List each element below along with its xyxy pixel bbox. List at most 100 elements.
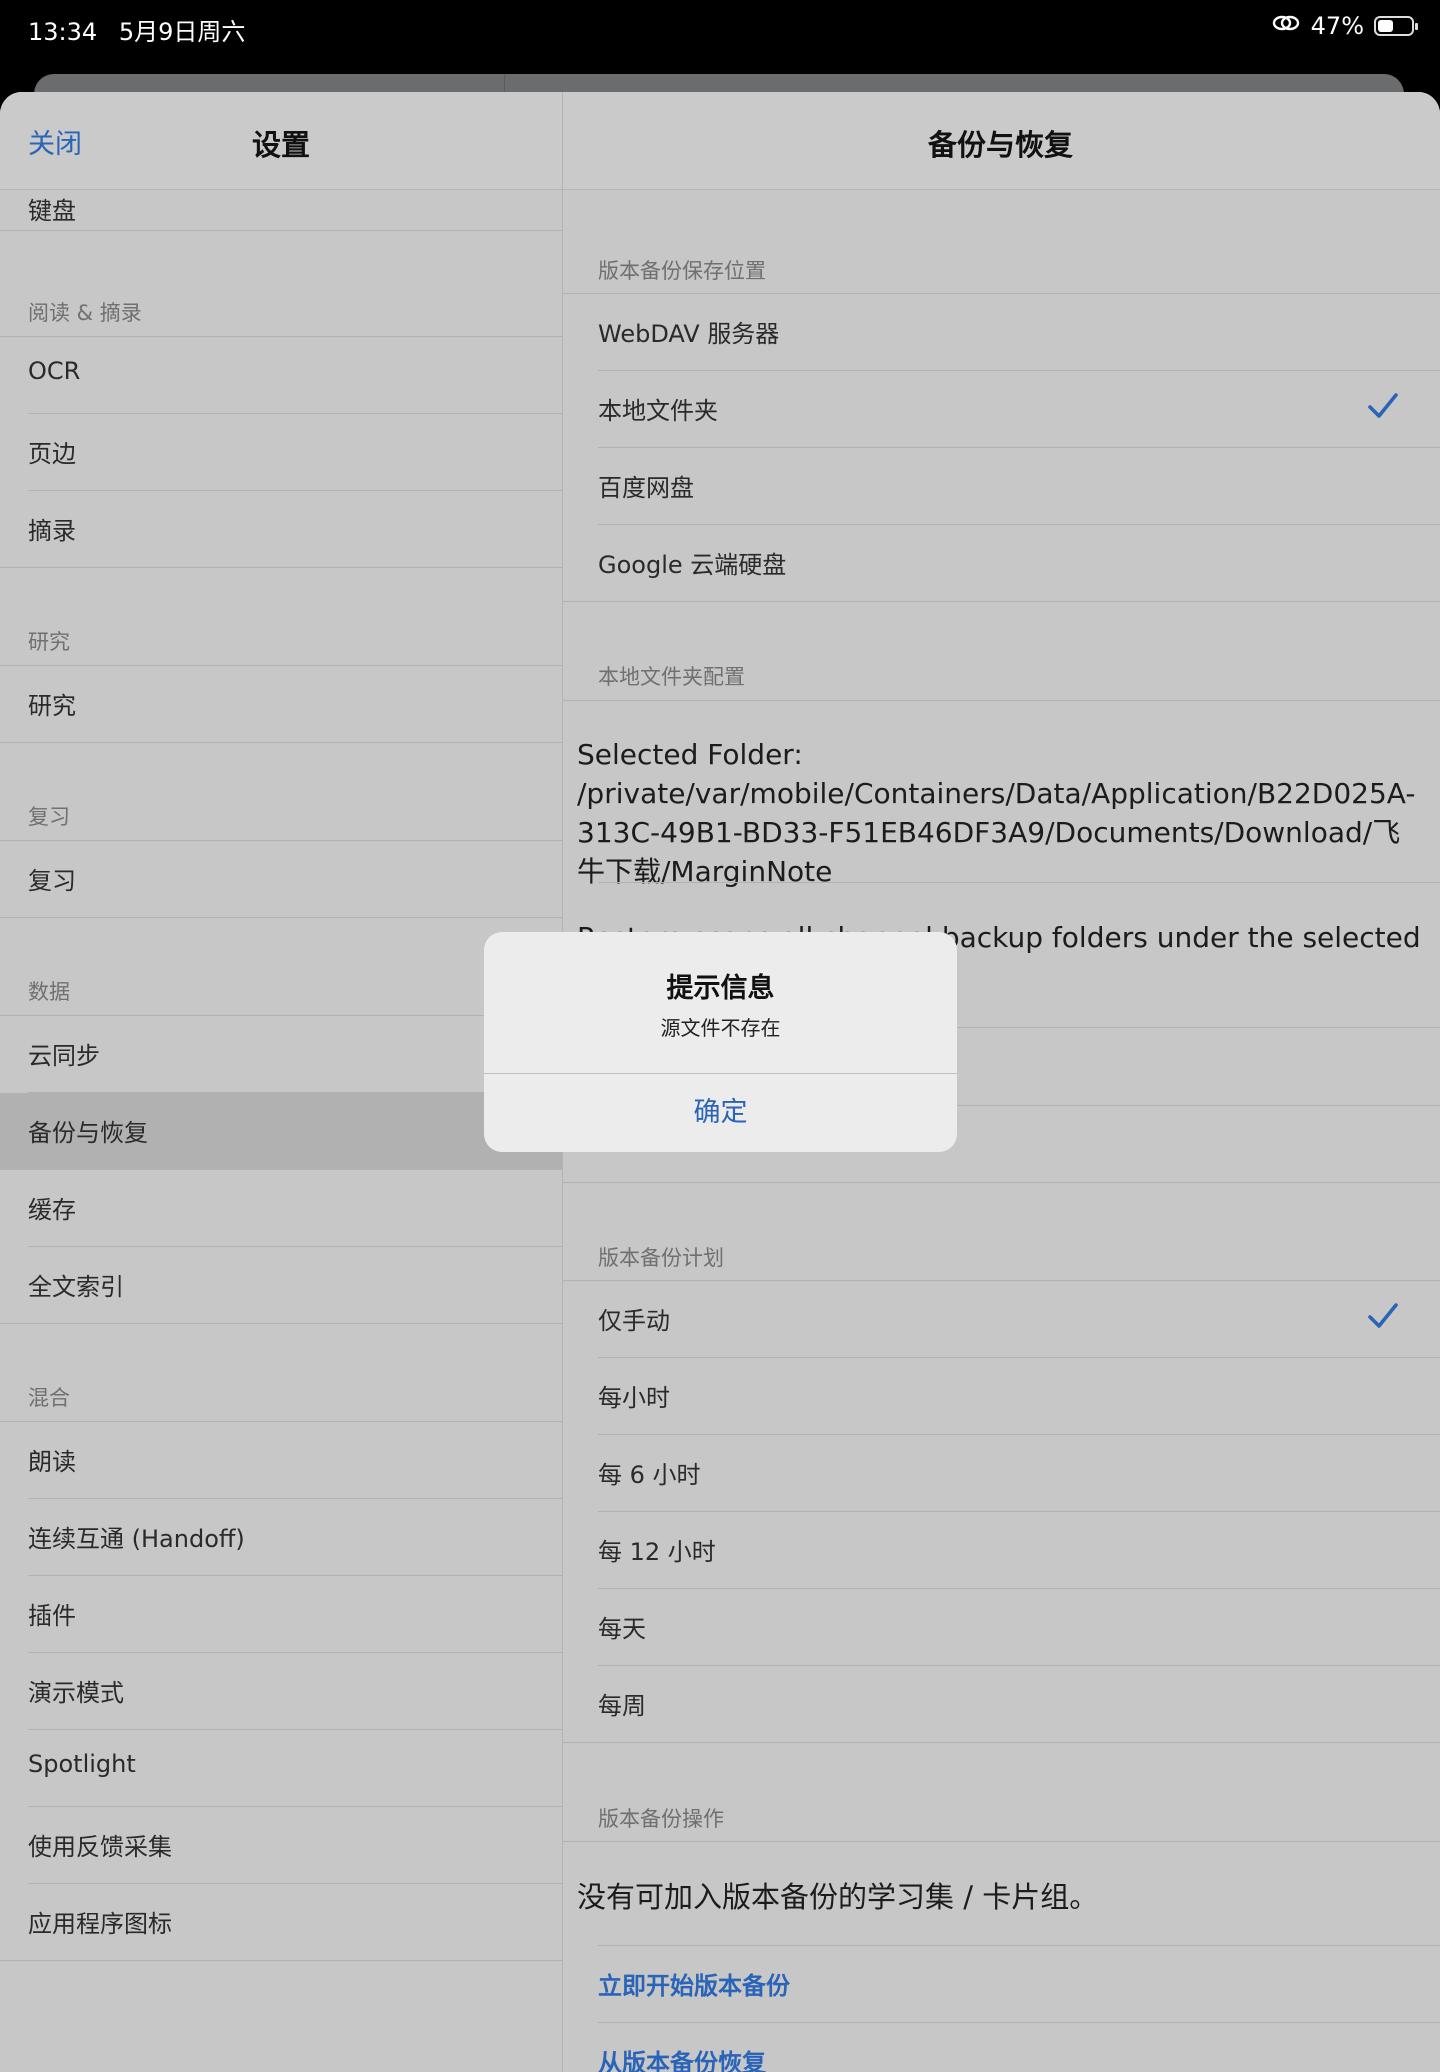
location-option-google-drive[interactable]: Google 云端硬盘: [563, 525, 1440, 602]
row-divider: [598, 882, 1440, 883]
row-divider: [0, 1323, 562, 1324]
sidebar-item-label: 页边: [28, 440, 76, 468]
sidebar-item-cloud-sync[interactable]: 云同步: [0, 1016, 562, 1093]
sidebar-item-label: 插件: [28, 1602, 76, 1630]
restore-from-backup-label: 从版本备份恢复: [598, 2049, 766, 2072]
battery-percent: 47%: [1310, 12, 1364, 40]
ops-empty-text: 没有可加入版本备份的学习集 / 卡片组。: [577, 1880, 1099, 1914]
battery-level: [1378, 20, 1394, 32]
row-divider: [0, 742, 562, 743]
option-label: 本地文件夹: [598, 397, 718, 425]
settings-sidebar: 关闭 设置 键盘 阅读 & 摘录 OCR 页边 摘录 研究 研究 复习 复习 数…: [0, 92, 562, 2072]
alert-dialog: 提示信息 源文件不存在 确定: [484, 932, 957, 1152]
section-divider: [563, 1841, 1440, 1842]
sidebar-item-review[interactable]: 复习: [0, 841, 562, 918]
option-label: 每周: [598, 1692, 646, 1720]
location-option-webdav[interactable]: WebDAV 服务器: [563, 294, 1440, 371]
battery-icon: [1374, 16, 1418, 36]
alert-message: 源文件不存在: [660, 1016, 781, 1040]
plan-option-12h[interactable]: 每 12 小时: [563, 1512, 1440, 1589]
screen: 13:34 5月9日周六 47% 关闭 设置 键盘 阅读 & 摘录 OCR 页边…: [0, 0, 1440, 2072]
option-label: 每天: [598, 1615, 646, 1643]
sidebar-item-label: 缓存: [28, 1196, 76, 1224]
sidebar-item-research[interactable]: 研究: [0, 666, 562, 743]
checkmark-icon: [1368, 393, 1398, 418]
sidebar-item-label: 复习: [28, 867, 76, 895]
status-date: 5月9日周六: [118, 18, 246, 46]
sidebar-item-read-aloud[interactable]: 朗读: [0, 1422, 562, 1499]
start-backup-button[interactable]: 立即开始版本备份: [563, 1946, 1440, 2023]
option-label: 每 6 小时: [598, 1461, 701, 1489]
sidebar-item-label: 连续互通 (Handoff): [28, 1525, 245, 1553]
sidebar-item-feedback[interactable]: 使用反馈采集: [0, 1807, 562, 1884]
ops-section-header: 版本备份操作: [598, 1807, 724, 1831]
sidebar-item-label: 备份与恢复: [28, 1119, 148, 1147]
sidebar-item-fulltext-index[interactable]: 全文索引: [0, 1247, 562, 1324]
row-divider: [0, 230, 562, 231]
option-label: 仅手动: [598, 1307, 670, 1335]
plan-section-header: 版本备份计划: [598, 1246, 724, 1270]
checkmark-icon: [1368, 1303, 1398, 1328]
status-time-date: 13:34 5月9日周六: [28, 12, 245, 47]
sidebar-item-cache[interactable]: 缓存: [0, 1170, 562, 1247]
sidebar-section-header: 阅读 & 摘录: [28, 301, 142, 325]
detail-nav-bar: 备份与恢复: [563, 92, 1440, 190]
selected-folder-path: Selected Folder: /private/var/mobile/Con…: [577, 738, 1416, 888]
sidebar-item-excerpt[interactable]: 摘录: [0, 491, 562, 568]
sidebar-section-header: 复习: [28, 805, 70, 829]
option-label: Google 云端硬盘: [598, 551, 787, 579]
status-time: 13:34: [28, 18, 98, 46]
sidebar-item-label: OCR: [28, 357, 81, 385]
plan-option-daily[interactable]: 每天: [563, 1589, 1440, 1666]
alert-ok-button[interactable]: 确定: [484, 1074, 957, 1152]
close-button[interactable]: 关闭: [28, 122, 82, 161]
sidebar-item-backup-restore[interactable]: 备份与恢复: [0, 1093, 562, 1170]
sidebar-item-spotlight[interactable]: Spotlight: [0, 1730, 562, 1807]
row-divider: [563, 601, 1440, 602]
sidebar-nav-bar: 关闭 设置: [0, 92, 562, 190]
plan-option-manual[interactable]: 仅手动: [563, 1281, 1440, 1358]
sidebar-item-plugins[interactable]: 插件: [0, 1576, 562, 1653]
sidebar-item-label: 键盘: [28, 197, 76, 225]
start-backup-label: 立即开始版本备份: [598, 1972, 790, 2000]
sidebar-item-margin[interactable]: 页边: [0, 414, 562, 491]
sidebar-item-label: 应用程序图标: [28, 1910, 172, 1938]
sidebar-item-label: 朗读: [28, 1448, 76, 1476]
sidebar-item-label: 研究: [28, 692, 76, 720]
sidebar-section-header: 研究: [28, 630, 70, 654]
section-divider: [563, 1182, 1440, 1183]
sidebar-item-handoff[interactable]: 连续互通 (Handoff): [0, 1499, 562, 1576]
sidebar-item-keyboard[interactable]: 键盘: [0, 191, 562, 231]
row-divider: [0, 567, 562, 568]
restore-from-backup-button[interactable]: 从版本备份恢复: [563, 2023, 1440, 2072]
link-icon: [1271, 12, 1301, 40]
option-label: 每小时: [598, 1384, 670, 1412]
option-label: 百度网盘: [598, 474, 694, 502]
location-option-baidu[interactable]: 百度网盘: [563, 448, 1440, 525]
plan-option-weekly[interactable]: 每周: [563, 1666, 1440, 1743]
status-bar: 13:34 5月9日周六 47%: [0, 0, 1440, 56]
sidebar-item-presentation[interactable]: 演示模式: [0, 1653, 562, 1730]
sidebar-item-label: Spotlight: [28, 1750, 136, 1778]
sidebar-item-label: 使用反馈采集: [28, 1833, 172, 1861]
local-config-header: 本地文件夹配置: [598, 665, 745, 689]
sidebar-item-label: 演示模式: [28, 1679, 124, 1707]
plan-option-6h[interactable]: 每 6 小时: [563, 1435, 1440, 1512]
sidebar-section-header: 混合: [28, 1386, 70, 1410]
row-divider: [0, 917, 562, 918]
option-label: 每 12 小时: [598, 1538, 716, 1566]
row-divider: [0, 1960, 562, 1961]
alert-title: 提示信息: [666, 973, 775, 1004]
row-divider: [563, 1742, 1440, 1743]
plan-option-hourly[interactable]: 每小时: [563, 1358, 1440, 1435]
sidebar-title: 设置: [252, 128, 311, 162]
sidebar-item-ocr[interactable]: OCR: [0, 337, 562, 414]
sidebar-item-label: 云同步: [28, 1042, 100, 1070]
option-label: WebDAV 服务器: [598, 320, 780, 348]
status-right: 47%: [1271, 12, 1418, 40]
location-option-local-folder[interactable]: 本地文件夹: [563, 371, 1440, 448]
sidebar-item-label: 全文索引: [28, 1273, 124, 1301]
section-divider: [563, 700, 1440, 701]
detail-title: 备份与恢复: [928, 128, 1074, 162]
sidebar-item-app-icon[interactable]: 应用程序图标: [0, 1884, 562, 1961]
